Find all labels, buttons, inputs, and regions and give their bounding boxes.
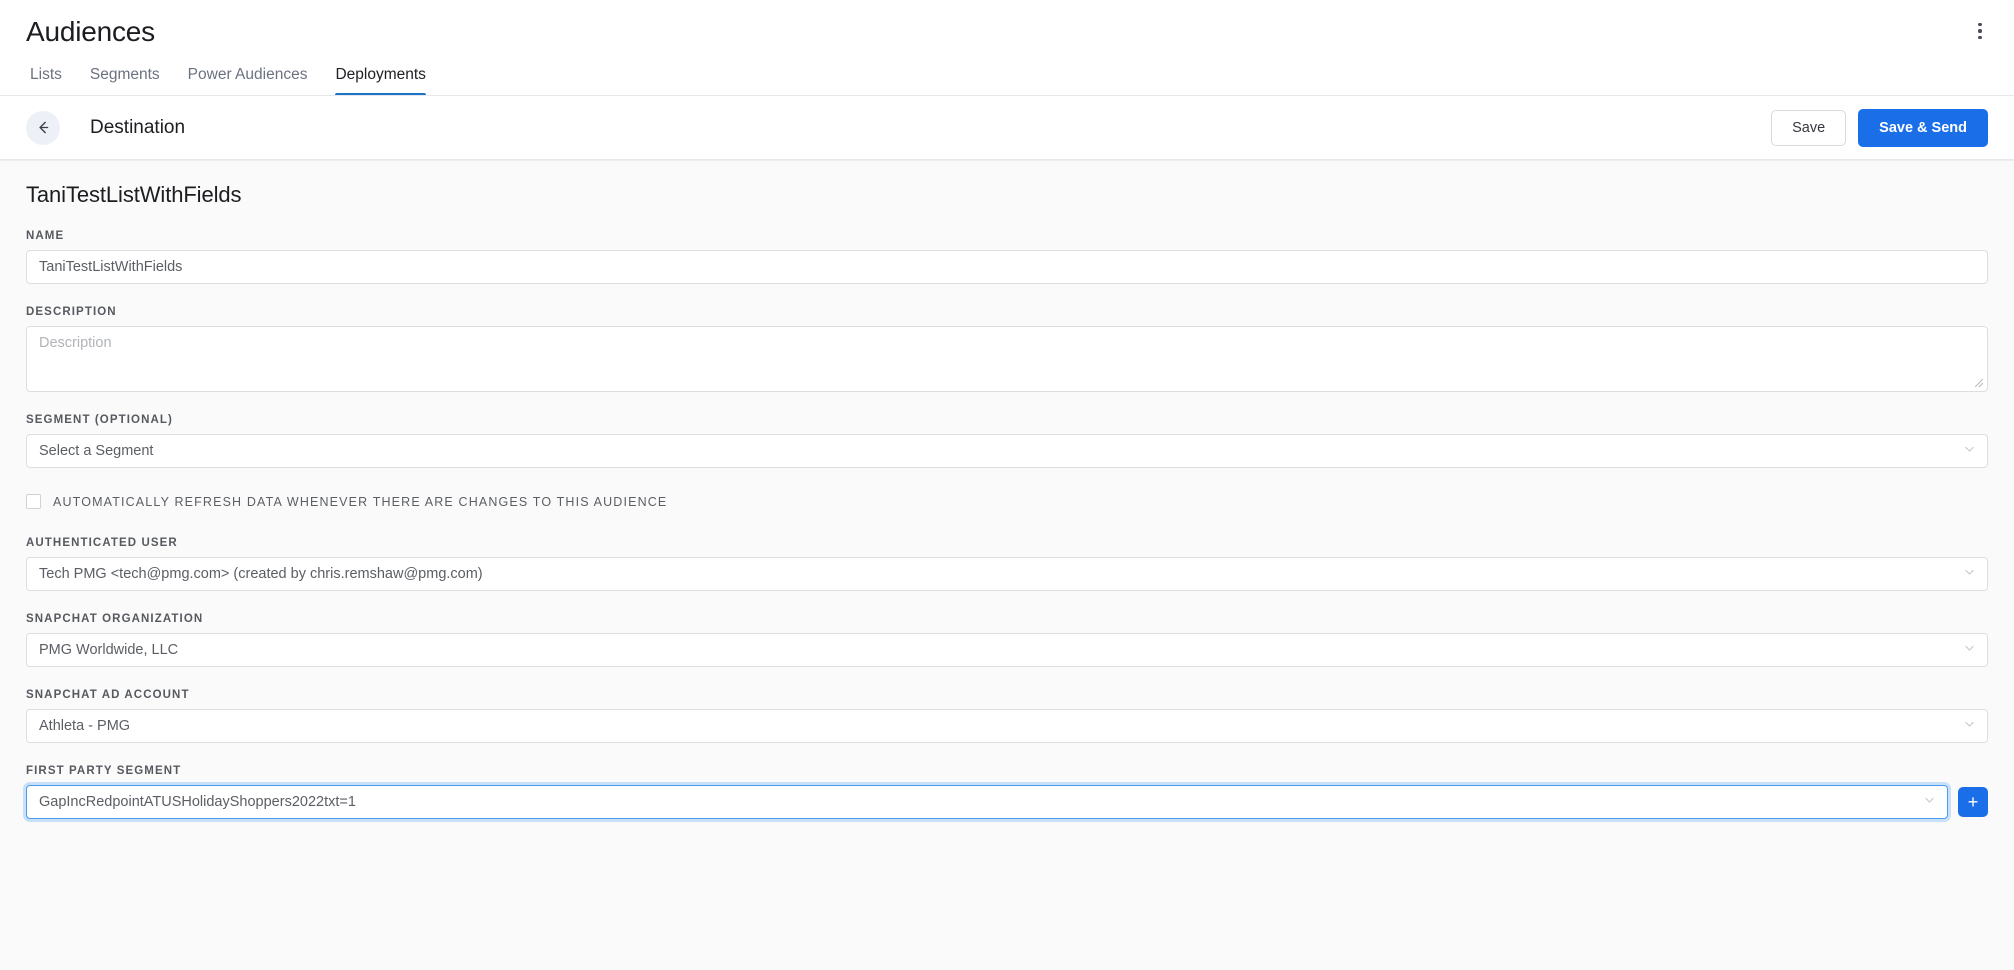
destination-subbar: Destination Save Save & Send (0, 96, 2014, 160)
tab-label: Power Audiences (188, 66, 308, 83)
authenticated-user-select[interactable]: Tech PMG <tech@pmg.com> (created by chri… (26, 557, 1988, 591)
chevron-down-icon (1923, 794, 1936, 811)
description-placeholder: Description (39, 335, 112, 351)
kebab-dot (1978, 23, 1982, 27)
arrow-left-icon[interactable] (26, 111, 60, 145)
kebab-dot (1978, 36, 1982, 40)
chevron-down-icon (1963, 566, 1976, 583)
first-party-segment-value: GapIncRedpointATUSHolidayShoppers2022txt… (39, 794, 356, 810)
add-segment-button[interactable]: + (1958, 787, 1988, 817)
resize-handle-icon[interactable] (1973, 377, 1985, 389)
field-name: NAME TaniTestListWithFields (26, 230, 1988, 284)
form-heading: TaniTestListWithFields (26, 160, 1988, 208)
name-label: NAME (26, 230, 1988, 242)
description-textarea[interactable]: Description (26, 326, 1988, 392)
snapchat-organization-select[interactable]: PMG Worldwide, LLC (26, 633, 1988, 667)
chevron-down-icon (1963, 443, 1976, 460)
chevron-down-icon (1963, 642, 1976, 659)
first-party-segment-label: FIRST PARTY SEGMENT (26, 765, 1988, 777)
first-party-segment-row: GapIncRedpointATUSHolidayShoppers2022txt… (26, 785, 1988, 819)
auto-refresh-checkbox[interactable] (26, 494, 41, 509)
subbar-title: Destination (90, 117, 185, 139)
subbar-actions: Save Save & Send (1771, 109, 1988, 147)
tab-label: Lists (30, 66, 62, 83)
chevron-down-icon (1963, 718, 1976, 735)
tab-lists[interactable]: Lists (16, 66, 76, 96)
name-input-value: TaniTestListWithFields (39, 259, 182, 275)
field-snapchat-ad-account: SNAPCHAT AD ACCOUNT Athleta - PMG (26, 689, 1988, 743)
first-party-segment-select[interactable]: GapIncRedpointATUSHolidayShoppers2022txt… (26, 785, 1948, 819)
segment-select-value: Select a Segment (39, 443, 153, 459)
field-first-party-segment: FIRST PARTY SEGMENT GapIncRedpointATUSHo… (26, 765, 1988, 819)
tab-power-audiences[interactable]: Power Audiences (174, 66, 322, 96)
tab-segments[interactable]: Segments (76, 66, 174, 96)
tab-label: Deployments (335, 66, 425, 83)
tab-bar: Lists Segments Power Audiences Deploymen… (16, 52, 440, 96)
save-button[interactable]: Save (1771, 110, 1846, 146)
segment-select[interactable]: Select a Segment (26, 434, 1988, 468)
field-segment: SEGMENT (OPTIONAL) Select a Segment (26, 414, 1988, 468)
field-description: DESCRIPTION Description (26, 306, 1988, 392)
field-snapchat-organization: SNAPCHAT ORGANIZATION PMG Worldwide, LLC (26, 613, 1988, 667)
auto-refresh-label: AUTOMATICALLY REFRESH DATA WHENEVER THER… (53, 495, 667, 509)
page-header: Audiences Lists Segments Power Audiences… (0, 0, 2014, 96)
snapchat-ad-account-label: SNAPCHAT AD ACCOUNT (26, 689, 1988, 701)
description-label: DESCRIPTION (26, 306, 1988, 318)
tab-label: Segments (90, 66, 160, 83)
kebab-dot (1978, 29, 1982, 33)
page-title: Audiences (26, 16, 155, 48)
kebab-menu-icon[interactable] (1966, 17, 1994, 45)
segment-label: SEGMENT (OPTIONAL) (26, 414, 1988, 426)
tab-deployments[interactable]: Deployments (321, 66, 439, 96)
authenticated-user-value: Tech PMG <tech@pmg.com> (created by chri… (39, 566, 483, 582)
snapchat-organization-label: SNAPCHAT ORGANIZATION (26, 613, 1988, 625)
snapchat-ad-account-value: Athleta - PMG (39, 718, 130, 734)
auto-refresh-row[interactable]: AUTOMATICALLY REFRESH DATA WHENEVER THER… (26, 494, 1988, 509)
save-and-send-button[interactable]: Save & Send (1858, 109, 1988, 147)
form-content: TaniTestListWithFields NAME TaniTestList… (0, 160, 2014, 970)
authenticated-user-label: AUTHENTICATED USER (26, 537, 1988, 549)
name-input[interactable]: TaniTestListWithFields (26, 250, 1988, 284)
snapchat-organization-value: PMG Worldwide, LLC (39, 642, 178, 658)
field-authenticated-user: AUTHENTICATED USER Tech PMG <tech@pmg.co… (26, 537, 1988, 591)
snapchat-ad-account-select[interactable]: Athleta - PMG (26, 709, 1988, 743)
